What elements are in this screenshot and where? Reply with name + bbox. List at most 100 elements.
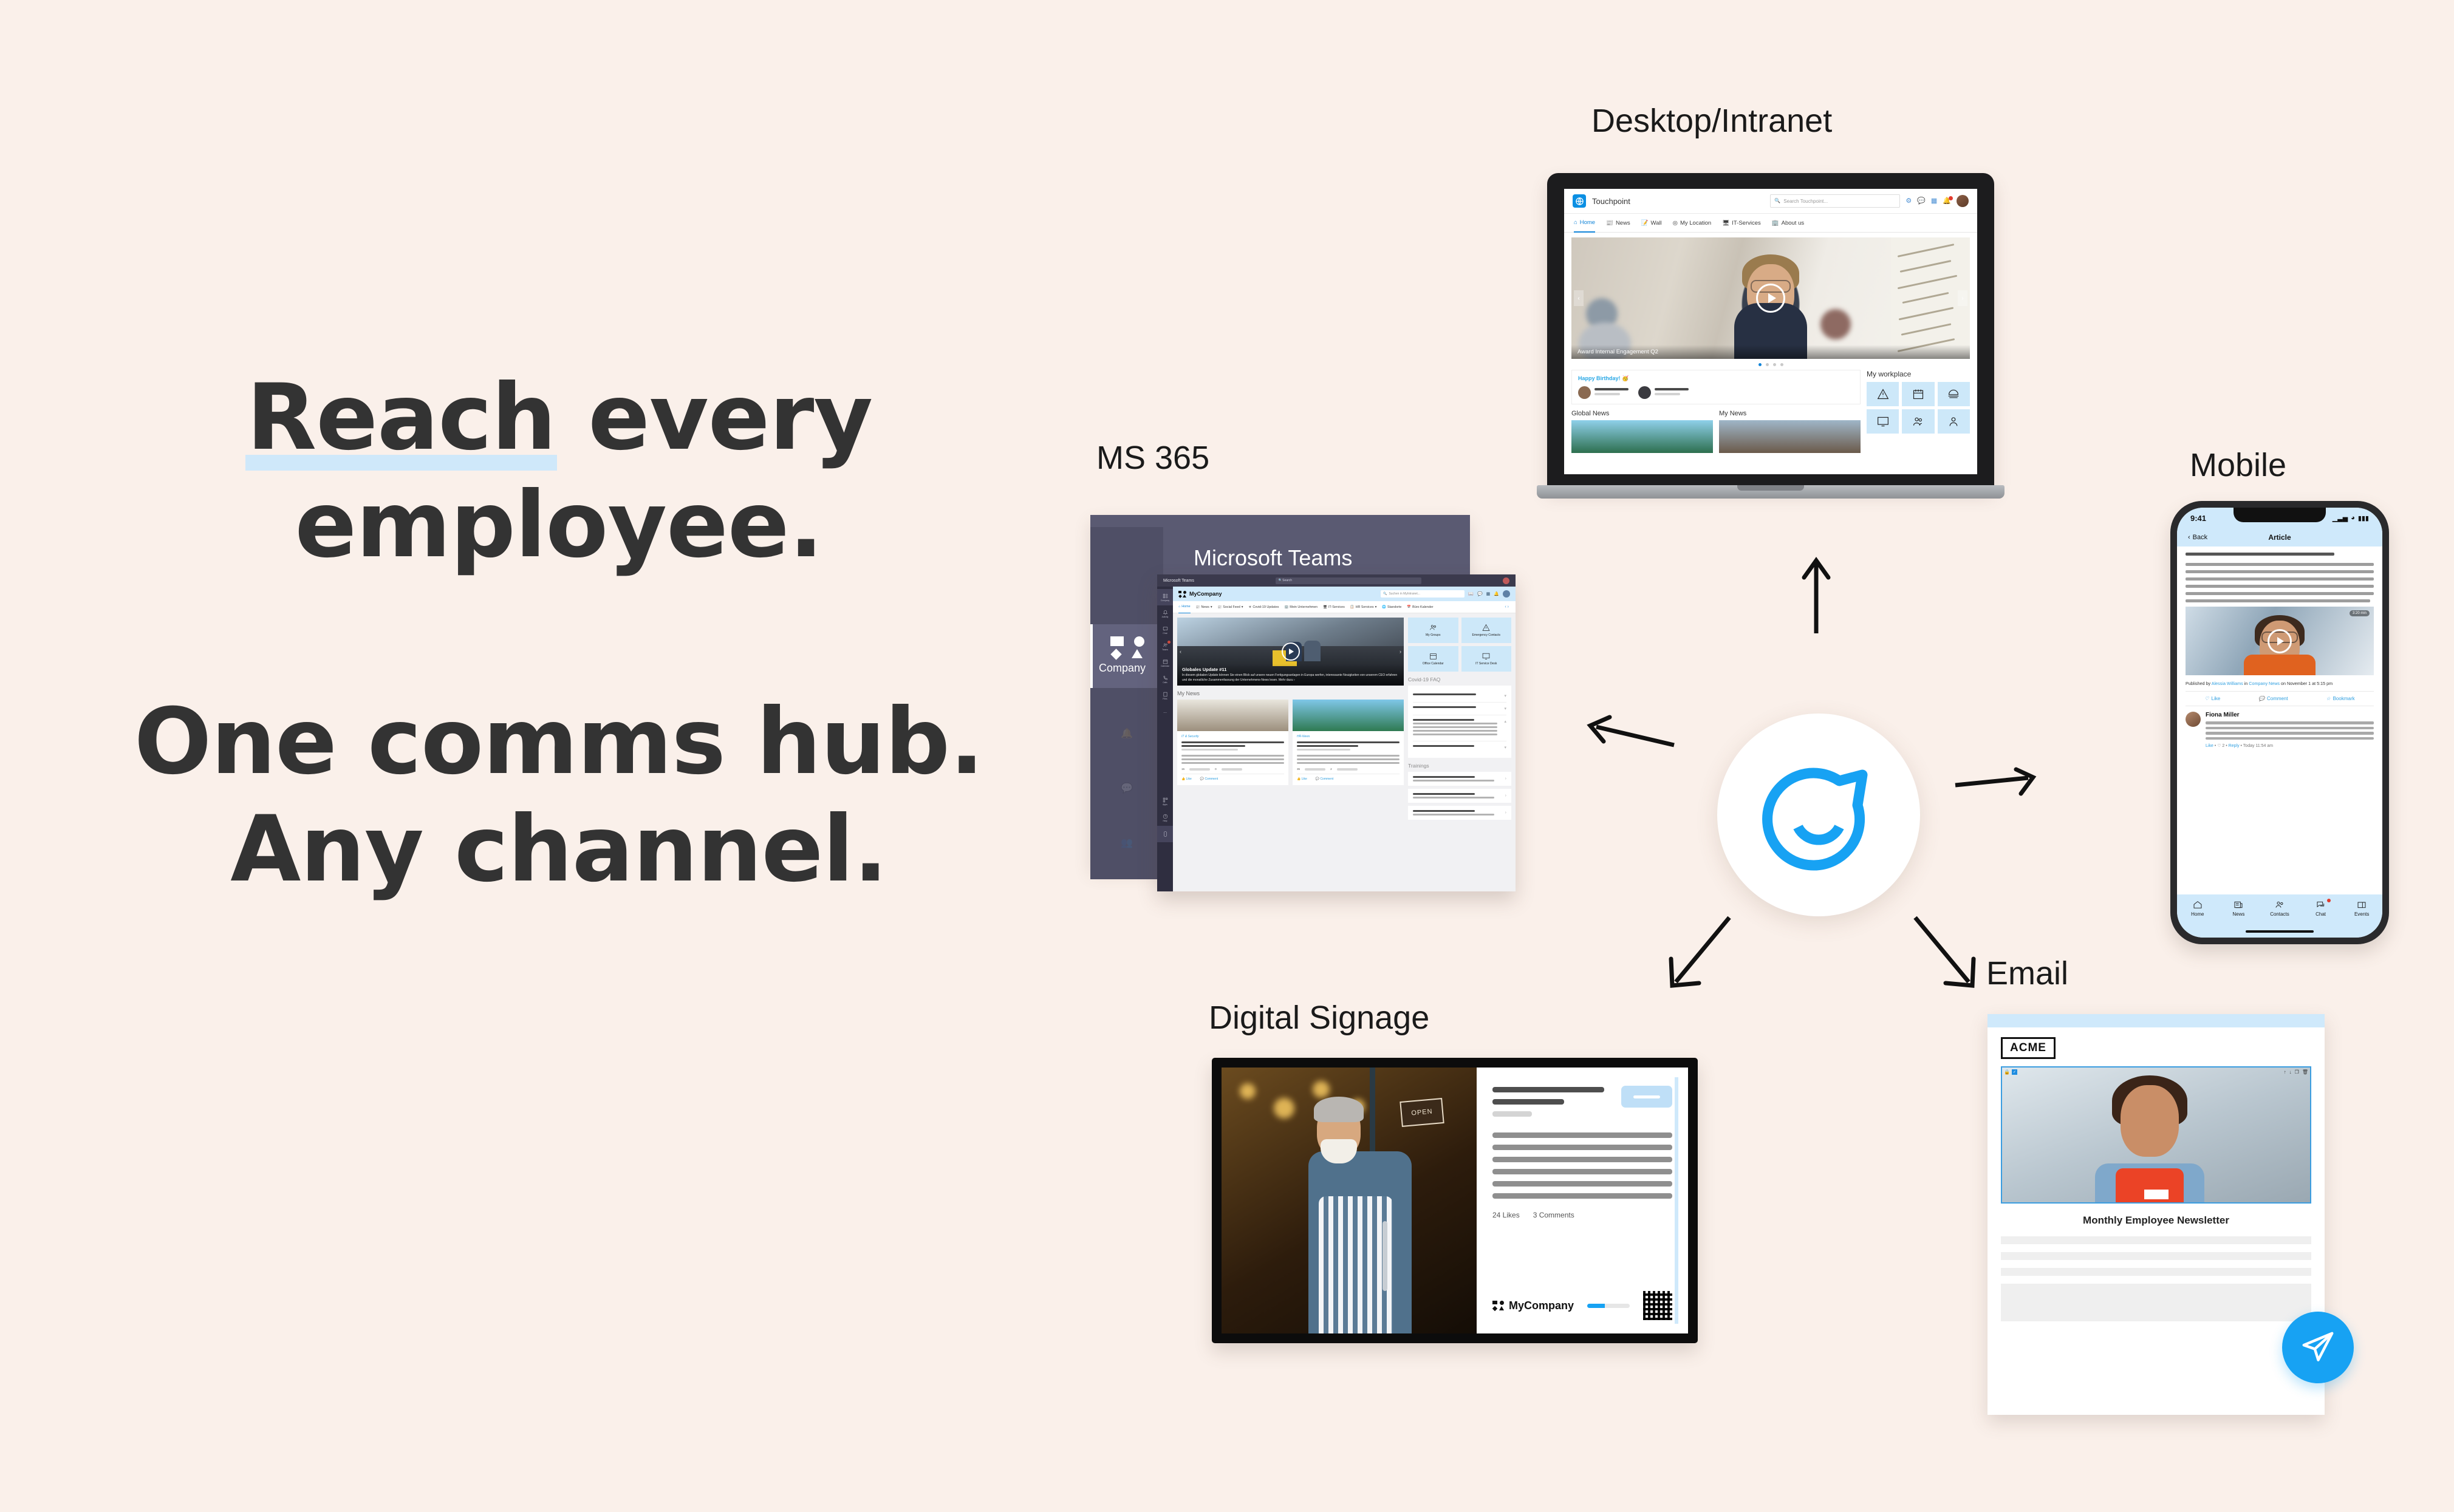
network-icon[interactable]: ⚙ [1905,197,1912,205]
news-card[interactable]: HR-News 35 2 👍 Like 💬 Comment [1293,700,1404,785]
workplace-tile-canteen[interactable] [1937,382,1970,406]
chat-icon[interactable]: 💬 [1477,591,1483,596]
faq-item[interactable]: ▾ [1413,690,1506,703]
carousel-dot[interactable] [1758,363,1762,366]
portal-hero[interactable]: ‹ › Globales Update #11 In diesem global… [1177,618,1404,686]
carousel-next-button[interactable]: › [1400,649,1401,655]
bookmark-button[interactable]: ☆ Bookmark [2326,696,2354,701]
tab-home[interactable]: Home [2177,900,2218,917]
tab-chat[interactable]: Chat [2300,899,2342,917]
sidebar-item-apps[interactable]: Apps [1157,793,1173,809]
carousel-next-button[interactable]: › [1958,290,1967,306]
nav-item-news[interactable]: 📰 News [1606,214,1630,232]
tile-emergency-contacts[interactable]: Emergency Contacts [1461,618,1511,643]
carousel-dot[interactable] [1765,363,1769,366]
tab-buero-kalender[interactable]: 📅 Büro Kalender [1407,605,1433,609]
nav-item-home[interactable]: ⌂ Home [1574,213,1596,233]
intranet-search-input[interactable]: 🔍 Search Touchpoint... [1770,194,1901,208]
avatar[interactable] [1957,195,1969,207]
sidebar-item-mobile[interactable] [1157,826,1173,842]
comment-button[interactable]: 💬 Comment [1200,777,1218,781]
tab-covid-updates[interactable]: ☣ Covid-19 Updates [1248,605,1279,609]
workplace-tile-calendar[interactable] [1902,382,1935,406]
tab-events[interactable]: Events [2341,900,2382,917]
training-item[interactable]: › [1408,772,1511,786]
carousel-prev-button[interactable]: ‹ [1574,290,1584,306]
move-down-icon[interactable]: ↓ [2289,1069,2292,1075]
like-button[interactable]: 👍 Like [1297,777,1307,781]
delete-icon[interactable]: 🗑 [2302,1069,2308,1075]
comms-hub-badge[interactable] [1717,713,1920,916]
sidebar-item-files[interactable]: Files [1157,687,1173,704]
comment-like-button[interactable]: Like [2206,744,2213,748]
avatar[interactable] [1503,577,1509,584]
workplace-tile-warning[interactable] [1867,382,1899,406]
back-button[interactable]: ‹ Back [2188,534,2207,541]
tab-mein-unternehmen[interactable]: 🏢 Mein Unternehmen [1284,605,1318,609]
carousel-prev-button[interactable]: ‹ [1180,649,1181,655]
intranet-hero-carousel[interactable]: ‹ › Award Internal Engagement Q2 [1571,237,1970,359]
tab-contacts[interactable]: Contacts [2259,900,2300,917]
faq-item[interactable]: ▾ [1413,741,1506,754]
tile-it-service-desk[interactable]: IT Service Desk [1461,646,1511,672]
teams-search-input[interactable]: 🔍 Search [1275,577,1421,584]
tab-standorte[interactable]: 🌐 Standorte [1382,605,1401,609]
bell-icon[interactable]: 🔔 [1494,591,1499,596]
email-image-block[interactable]: 🔒 ✓ ↑ ↓ ❐ 🗑 [2001,1066,2311,1204]
sidebar-item-more[interactable]: ... [1157,704,1173,720]
book-icon[interactable]: 📖 [1468,591,1474,596]
tile-my-groups[interactable]: My Groups [1408,618,1458,643]
bell-icon[interactable]: 🔔 [1943,196,1953,205]
sidebar-item-calls[interactable]: Calls [1157,671,1173,687]
lock-icon[interactable]: 🔒 [2004,1069,2010,1075]
send-button[interactable] [2282,1312,2354,1383]
sidebar-item-teams[interactable]: Teams [1157,638,1173,655]
avatar[interactable] [2186,712,2201,727]
news-thumbnail[interactable] [1571,420,1713,453]
nav-item-it-services[interactable]: 🖥 IT-Services [1722,214,1761,232]
portal-search-input[interactable]: 🔍 Suchen in MyIntranet... [1381,590,1465,598]
play-icon[interactable] [1281,642,1300,661]
faq-item[interactable]: ▾ [1413,703,1506,715]
tab-hr-services[interactable]: 📋 HR Services ▾ [1350,605,1376,609]
training-item[interactable]: › [1408,806,1511,820]
tab-news[interactable]: News [2218,900,2260,917]
workplace-tile-groups[interactable] [1902,409,1935,434]
comment-button[interactable]: 💬 Comment [2258,696,2288,701]
nav-item-my-location[interactable]: ◎ My Location [1673,214,1712,232]
tab-it-services[interactable]: 🖥 IT-Services [1323,605,1345,609]
tab-social-feed[interactable]: 📰 Social Feed ▾ [1218,605,1243,609]
sidebar-item-chat[interactable]: Chat [1157,622,1173,638]
chat-icon[interactable]: 💬 [1917,197,1926,205]
duplicate-icon[interactable]: ❐ [2295,1069,2299,1075]
category-link[interactable]: Company News [2249,681,2280,686]
sidebar-item-help[interactable]: Help [1157,809,1173,826]
comment-button[interactable]: 💬 Comment [1316,777,1333,781]
workplace-tile-monitor[interactable] [1867,409,1899,434]
sidebar-item-calendar[interactable]: Calendar [1157,655,1173,671]
birthday-person[interactable] [1638,386,1689,399]
author-link[interactable]: Alessia Williams [2212,681,2243,686]
news-card[interactable]: IT & Security 15 0 👍 Like 💬 Comment [1177,700,1288,785]
like-button[interactable]: ♡ Like [2204,696,2220,701]
avatar[interactable] [1503,590,1510,598]
check-icon[interactable]: ✓ [2011,1069,2017,1075]
carousel-dot[interactable] [1780,363,1783,366]
like-button[interactable]: 👍 Like [1181,777,1192,781]
play-icon[interactable] [1756,284,1785,313]
carousel-dot[interactable] [1772,363,1776,366]
tile-office-calendar[interactable]: Office Calendar [1408,646,1458,672]
play-icon[interactable] [2268,628,2292,653]
nav-item-about-us[interactable]: 🏢 About us [1772,214,1804,232]
tab-news[interactable]: 📰 News ▾ [1196,605,1212,609]
birthday-person[interactable] [1578,386,1629,399]
nav-pager[interactable]: ‹› [1505,605,1510,609]
workplace-tile-person[interactable] [1937,409,1970,434]
sidebar-item-company[interactable]: Company [1157,589,1173,605]
faq-item-expanded[interactable]: ▴ [1413,715,1506,741]
move-up-icon[interactable]: ↑ [2284,1069,2286,1075]
comment-reply-button[interactable]: Reply [2229,744,2240,748]
tab-home[interactable]: ⌂ Home [1178,601,1191,613]
grid-icon[interactable]: ▦ [1931,197,1937,205]
news-thumbnail[interactable] [1719,420,1861,453]
